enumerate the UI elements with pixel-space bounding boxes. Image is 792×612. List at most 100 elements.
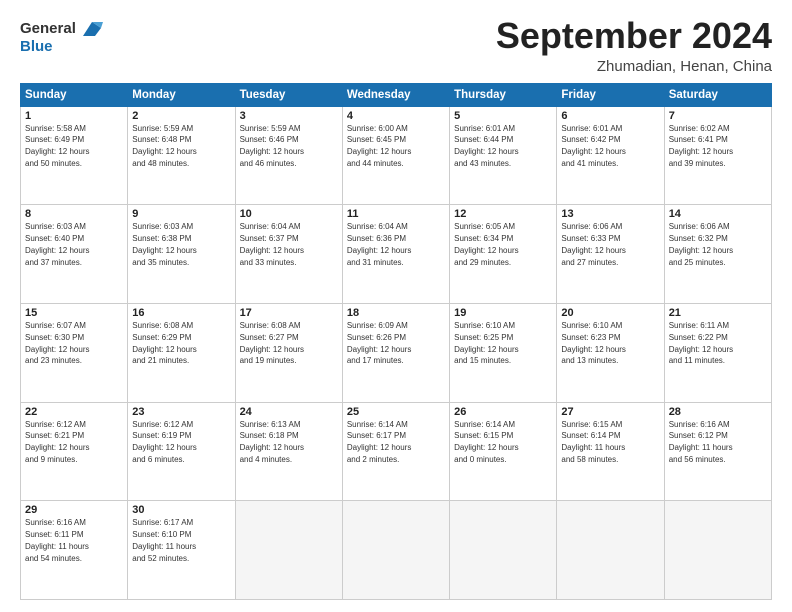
calendar-cell: 9 Sunrise: 6:03 AMSunset: 6:38 PMDaylight… [128, 205, 235, 304]
calendar-cell: 13Sunrise: 6:06 AMSunset: 6:33 PMDayligh… [557, 205, 664, 304]
calendar-cell: 5 Sunrise: 6:01 AMSunset: 6:44 PMDaylight… [450, 106, 557, 205]
day-number: 1 [25, 110, 123, 122]
calendar-cell [664, 501, 771, 600]
calendar-cell: 14 Sunrise: 6:06 AMSunset: 6:32 PMDayligh… [664, 205, 771, 304]
day-number: 6 [561, 110, 659, 122]
location-subtitle: Zhumadian, Henan, China [496, 58, 772, 75]
day-info: Sunrise: 6:09 AMSunset: 6:26 PMDaylight:… [347, 321, 411, 365]
calendar-cell: 10 Sunrise: 6:04 AMSunset: 6:37 PMDayligh… [235, 205, 342, 304]
day-info: Sunrise: 6:10 AMSunset: 6:23 PMDaylight:… [561, 321, 625, 365]
page: General Blue September 2024 Zhumadian, H… [0, 0, 792, 612]
col-header-sunday: Sunday [21, 83, 128, 106]
day-number: 14 [669, 208, 767, 220]
day-info: Sunrise: 6:04 AMSunset: 6:36 PMDaylight:… [347, 222, 411, 266]
calendar-cell: 3Sunrise: 5:59 AMSunset: 6:46 PMDaylight… [235, 106, 342, 205]
day-info: Sunrise: 6:05 AMSunset: 6:34 PMDaylight:… [454, 222, 518, 266]
header: General Blue September 2024 Zhumadian, H… [20, 16, 772, 75]
day-number: 4 [347, 110, 445, 122]
calendar-table: SundayMondayTuesdayWednesdayThursdayFrid… [20, 83, 772, 600]
col-header-saturday: Saturday [664, 83, 771, 106]
logo-text: General Blue [20, 20, 103, 56]
day-info: Sunrise: 6:14 AMSunset: 6:15 PMDaylight:… [454, 420, 518, 464]
calendar-cell: 18 Sunrise: 6:09 AMSunset: 6:26 PMDayligh… [342, 303, 449, 402]
day-number: 28 [669, 406, 767, 418]
day-number: 27 [561, 406, 659, 418]
day-number: 11 [347, 208, 445, 220]
day-number: 8 [25, 208, 123, 220]
day-number: 19 [454, 307, 552, 319]
calendar-cell: 4 Sunrise: 6:00 AMSunset: 6:45 PMDaylight… [342, 106, 449, 205]
day-info: Sunrise: 6:01 AMSunset: 6:44 PMDaylight:… [454, 124, 518, 168]
day-info: Sunrise: 6:16 AMSunset: 6:11 PMDaylight:… [25, 518, 89, 562]
day-number: 18 [347, 307, 445, 319]
day-number: 5 [454, 110, 552, 122]
day-info: Sunrise: 6:16 AMSunset: 6:12 PMDaylight:… [669, 420, 733, 464]
calendar-cell: 2 Sunrise: 5:59 AMSunset: 6:48 PMDaylight… [128, 106, 235, 205]
calendar-cell: 20 Sunrise: 6:10 AMSunset: 6:23 PMDayligh… [557, 303, 664, 402]
calendar-cell: 16Sunrise: 6:08 AMSunset: 6:29 PMDayligh… [128, 303, 235, 402]
day-number: 9 [132, 208, 230, 220]
calendar-cell: 21Sunrise: 6:11 AMSunset: 6:22 PMDayligh… [664, 303, 771, 402]
day-info: Sunrise: 6:04 AMSunset: 6:37 PMDaylight:… [240, 222, 304, 266]
calendar-cell: 8 Sunrise: 6:03 AMSunset: 6:40 PMDaylight… [21, 205, 128, 304]
calendar-cell [557, 501, 664, 600]
calendar-cell [235, 501, 342, 600]
day-number: 17 [240, 307, 338, 319]
day-info: Sunrise: 6:03 AMSunset: 6:40 PMDaylight:… [25, 222, 89, 266]
day-number: 26 [454, 406, 552, 418]
week-row-0: 1 Sunrise: 5:58 AMSunset: 6:49 PMDaylight… [21, 106, 772, 205]
calendar-cell: 30 Sunrise: 6:17 AMSunset: 6:10 PMDayligh… [128, 501, 235, 600]
day-info: Sunrise: 6:10 AMSunset: 6:25 PMDaylight:… [454, 321, 518, 365]
day-number: 30 [132, 504, 230, 516]
title-block: September 2024 Zhumadian, Henan, China [496, 16, 772, 75]
week-row-1: 8 Sunrise: 6:03 AMSunset: 6:40 PMDaylight… [21, 205, 772, 304]
day-number: 24 [240, 406, 338, 418]
week-row-2: 15Sunrise: 6:07 AMSunset: 6:30 PMDayligh… [21, 303, 772, 402]
day-info: Sunrise: 6:14 AMSunset: 6:17 PMDaylight:… [347, 420, 411, 464]
calendar-cell: 15Sunrise: 6:07 AMSunset: 6:30 PMDayligh… [21, 303, 128, 402]
day-number: 2 [132, 110, 230, 122]
day-info: Sunrise: 6:17 AMSunset: 6:10 PMDaylight:… [132, 518, 196, 562]
calendar-cell: 29 Sunrise: 6:16 AMSunset: 6:11 PMDayligh… [21, 501, 128, 600]
day-number: 29 [25, 504, 123, 516]
day-info: Sunrise: 6:06 AMSunset: 6:33 PMDaylight:… [561, 222, 625, 266]
week-row-3: 22Sunrise: 6:12 AMSunset: 6:21 PMDayligh… [21, 402, 772, 501]
logo: General Blue [20, 20, 103, 56]
day-info: Sunrise: 5:58 AMSunset: 6:49 PMDaylight:… [25, 124, 89, 168]
day-info: Sunrise: 6:01 AMSunset: 6:42 PMDaylight:… [561, 124, 625, 168]
calendar-cell: 26 Sunrise: 6:14 AMSunset: 6:15 PMDayligh… [450, 402, 557, 501]
day-info: Sunrise: 6:08 AMSunset: 6:27 PMDaylight:… [240, 321, 304, 365]
calendar-cell: 12Sunrise: 6:05 AMSunset: 6:34 PMDayligh… [450, 205, 557, 304]
day-number: 20 [561, 307, 659, 319]
calendar-cell [342, 501, 449, 600]
calendar-cell: 19 Sunrise: 6:10 AMSunset: 6:25 PMDayligh… [450, 303, 557, 402]
day-info: Sunrise: 6:03 AMSunset: 6:38 PMDaylight:… [132, 222, 196, 266]
calendar-cell: 1 Sunrise: 5:58 AMSunset: 6:49 PMDaylight… [21, 106, 128, 205]
day-info: Sunrise: 5:59 AMSunset: 6:46 PMDaylight:… [240, 124, 304, 168]
calendar-cell: 11 Sunrise: 6:04 AMSunset: 6:36 PMDayligh… [342, 205, 449, 304]
calendar-cell: 28 Sunrise: 6:16 AMSunset: 6:12 PMDayligh… [664, 402, 771, 501]
calendar-cell [450, 501, 557, 600]
logo-icon [81, 20, 103, 38]
day-info: Sunrise: 6:11 AMSunset: 6:22 PMDaylight:… [669, 321, 733, 365]
day-number: 10 [240, 208, 338, 220]
day-number: 23 [132, 406, 230, 418]
calendar-header-row: SundayMondayTuesdayWednesdayThursdayFrid… [21, 83, 772, 106]
day-info: Sunrise: 6:00 AMSunset: 6:45 PMDaylight:… [347, 124, 411, 168]
day-info: Sunrise: 6:08 AMSunset: 6:29 PMDaylight:… [132, 321, 196, 365]
col-header-thursday: Thursday [450, 83, 557, 106]
month-title: September 2024 [496, 16, 772, 56]
calendar-cell: 22Sunrise: 6:12 AMSunset: 6:21 PMDayligh… [21, 402, 128, 501]
day-number: 22 [25, 406, 123, 418]
calendar-cell: 25Sunrise: 6:14 AMSunset: 6:17 PMDayligh… [342, 402, 449, 501]
col-header-tuesday: Tuesday [235, 83, 342, 106]
day-info: Sunrise: 6:02 AMSunset: 6:41 PMDaylight:… [669, 124, 733, 168]
col-header-wednesday: Wednesday [342, 83, 449, 106]
day-info: Sunrise: 6:12 AMSunset: 6:19 PMDaylight:… [132, 420, 196, 464]
day-number: 7 [669, 110, 767, 122]
week-row-4: 29 Sunrise: 6:16 AMSunset: 6:11 PMDayligh… [21, 501, 772, 600]
day-info: Sunrise: 6:13 AMSunset: 6:18 PMDaylight:… [240, 420, 304, 464]
day-info: Sunrise: 5:59 AMSunset: 6:48 PMDaylight:… [132, 124, 196, 168]
day-info: Sunrise: 6:06 AMSunset: 6:32 PMDaylight:… [669, 222, 733, 266]
calendar-cell: 6 Sunrise: 6:01 AMSunset: 6:42 PMDaylight… [557, 106, 664, 205]
